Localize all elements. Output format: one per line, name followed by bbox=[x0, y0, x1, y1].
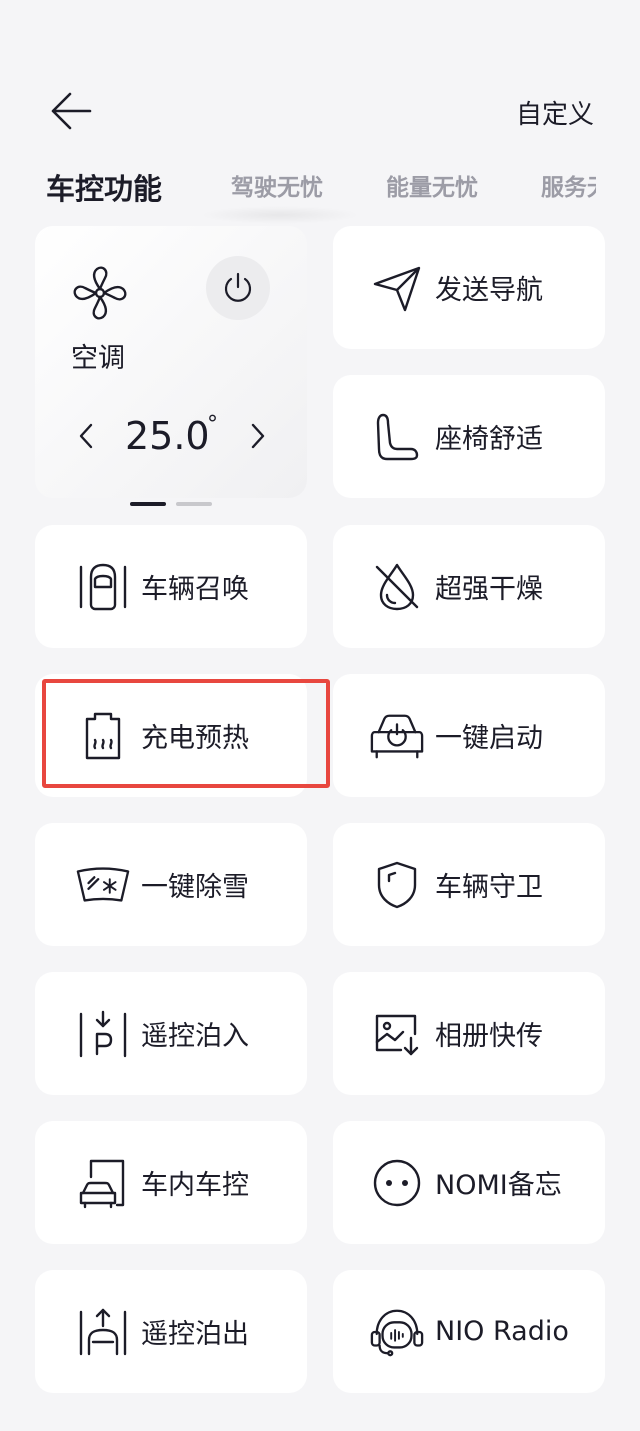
car-summon-icon bbox=[75, 559, 131, 615]
seat-comfort-card[interactable]: 座椅舒适 bbox=[333, 375, 605, 498]
car-power-icon bbox=[369, 708, 425, 764]
seat-icon bbox=[369, 409, 425, 465]
chevron-right-icon bbox=[251, 423, 265, 449]
pager-dot-active bbox=[130, 502, 166, 506]
droplet-off-icon bbox=[369, 559, 425, 615]
customize-button[interactable]: 自定义 bbox=[516, 94, 594, 131]
in-car-control-label: 车内车控 bbox=[141, 1170, 249, 1201]
one-key-start-label: 一键启动 bbox=[435, 723, 543, 754]
remote-park-in-label: 遥控泊入 bbox=[141, 1021, 249, 1052]
in-car-control-card[interactable]: 车内车控 bbox=[35, 1121, 307, 1244]
vehicle-summon-card[interactable]: 车辆召唤 bbox=[35, 525, 307, 648]
temperature-unit: ° bbox=[207, 412, 218, 437]
car-door-icon bbox=[75, 1155, 131, 1211]
album-transfer-label: 相册快传 bbox=[435, 1021, 543, 1052]
tab-divider-shadow bbox=[200, 206, 360, 224]
windshield-snow-icon bbox=[75, 857, 131, 913]
super-dry-card[interactable]: 超强干燥 bbox=[333, 525, 605, 648]
charge-preheat-label: 充电预热 bbox=[141, 723, 249, 754]
fan-icon bbox=[71, 264, 129, 322]
park-in-icon bbox=[75, 1006, 131, 1062]
shield-icon bbox=[369, 857, 425, 913]
snow-removal-label: 一键除雪 bbox=[141, 872, 249, 903]
temperature-increase-button[interactable] bbox=[245, 422, 269, 450]
tab-service[interactable]: 服务无忧 bbox=[541, 168, 596, 202]
pager-dot-inactive[interactable] bbox=[176, 502, 212, 506]
nio-radio-label: NIO Radio bbox=[435, 1316, 569, 1347]
snow-removal-card[interactable]: 一键除雪 bbox=[35, 823, 307, 946]
send-arrow-icon bbox=[369, 260, 425, 316]
send-navigation-label: 发送导航 bbox=[435, 275, 543, 306]
arrow-left-icon bbox=[51, 92, 92, 130]
send-navigation-card[interactable]: 发送导航 bbox=[333, 226, 605, 349]
power-icon bbox=[224, 272, 252, 302]
battery-heat-icon bbox=[75, 708, 131, 764]
back-button[interactable] bbox=[48, 88, 94, 134]
nomi-memo-card[interactable]: NOMI备忘 bbox=[333, 1121, 605, 1244]
tab-vehicle-control[interactable]: 车控功能 bbox=[46, 166, 162, 208]
remote-park-out-label: 遥控泊出 bbox=[141, 1319, 249, 1350]
album-transfer-card[interactable]: 相册快传 bbox=[333, 972, 605, 1095]
tab-driving[interactable]: 驾驶无忧 bbox=[231, 168, 323, 202]
air-conditioning-card[interactable]: 空调 25.0 ° bbox=[35, 226, 307, 498]
vehicle-guard-card[interactable]: 车辆守卫 bbox=[333, 823, 605, 946]
vehicle-guard-label: 车辆守卫 bbox=[435, 872, 543, 903]
remote-park-in-card[interactable]: 遥控泊入 bbox=[35, 972, 307, 1095]
super-dry-label: 超强干燥 bbox=[435, 574, 543, 605]
ac-power-button[interactable] bbox=[206, 256, 270, 320]
charge-preheat-card[interactable]: 充电预热 bbox=[35, 674, 307, 797]
nomi-face-icon bbox=[369, 1155, 425, 1211]
remote-park-out-card[interactable]: 遥控泊出 bbox=[35, 1270, 307, 1393]
temperature-decrease-button[interactable] bbox=[75, 422, 99, 450]
tab-energy[interactable]: 能量无忧 bbox=[386, 168, 478, 202]
temperature-value: 25.0 bbox=[125, 414, 210, 458]
ac-label: 空调 bbox=[71, 343, 125, 374]
nomi-memo-label: NOMI备忘 bbox=[435, 1170, 562, 1201]
nio-radio-card[interactable]: NIO Radio bbox=[333, 1270, 605, 1393]
image-download-icon bbox=[369, 1006, 425, 1062]
radio-headset-icon bbox=[369, 1304, 425, 1360]
chevron-left-icon bbox=[79, 423, 93, 449]
one-key-start-card[interactable]: 一键启动 bbox=[333, 674, 605, 797]
park-out-icon bbox=[75, 1304, 131, 1360]
seat-comfort-label: 座椅舒适 bbox=[435, 424, 543, 455]
vehicle-summon-label: 车辆召唤 bbox=[141, 574, 249, 605]
